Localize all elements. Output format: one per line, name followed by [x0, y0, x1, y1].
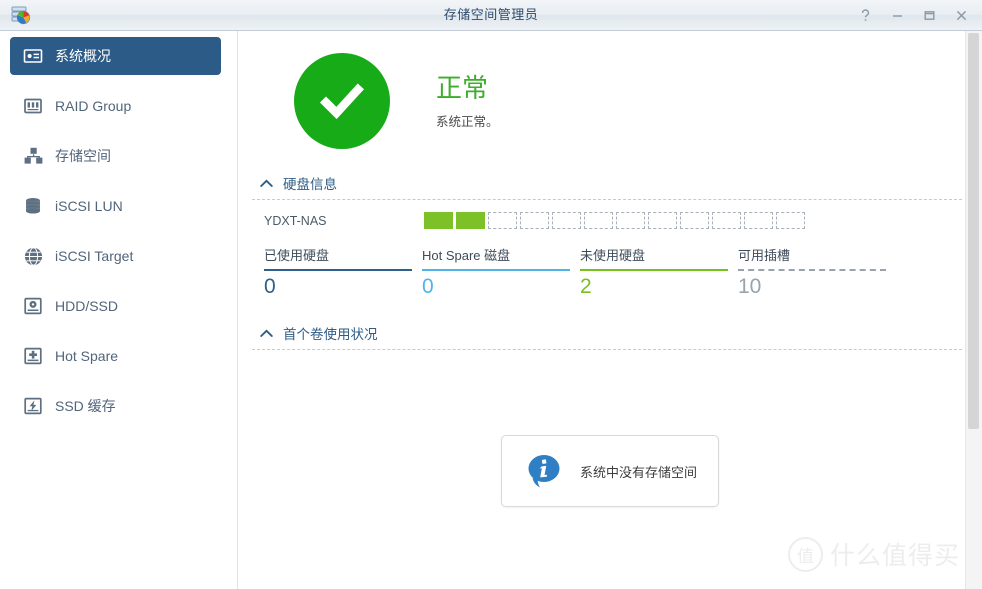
disk-slot-used	[424, 212, 453, 229]
volume-usage-section-header[interactable]: 首个卷使用状况	[252, 321, 962, 349]
stat-available-slots: 可用插槽 10	[738, 245, 896, 299]
sidebar-item-ssd-cache[interactable]: SSD 缓存	[10, 387, 221, 425]
sidebar-item-hot-spare[interactable]: Hot Spare	[10, 337, 221, 375]
status-title: 正常	[436, 72, 499, 105]
window-controls	[850, 0, 976, 30]
watermark-text: 什么值得买	[830, 536, 960, 572]
sidebar-item-label: iSCSI Target	[55, 248, 133, 264]
disk-slot-row: YDXT-NAS	[252, 200, 962, 237]
stat-label: 已使用硬盘	[264, 245, 329, 269]
sidebar-item-label: iSCSI LUN	[55, 198, 123, 214]
device-name-label: YDXT-NAS	[264, 214, 424, 228]
sidebar-item-iscsi-lun[interactable]: iSCSI LUN	[10, 187, 221, 225]
scrollbar-thumb[interactable]	[968, 33, 979, 429]
chevron-up-icon	[260, 179, 273, 188]
disk-info-section-header[interactable]: 硬盘信息	[252, 171, 962, 199]
system-status-panel: 正常 系统正常。	[252, 31, 962, 163]
sidebar-item-iscsi-target[interactable]: iSCSI Target	[10, 237, 221, 275]
sidebar-item-hdd-ssd[interactable]: HDD/SSD	[10, 287, 221, 325]
ssd-cache-bolt-icon	[22, 395, 44, 417]
volume-usage-section: 首个卷使用状况	[252, 321, 962, 350]
disk-info-section: 硬盘信息 YDXT-NAS	[252, 171, 962, 299]
disk-slot-empty	[584, 212, 613, 229]
empty-state-wrapper: 系统中没有存储空间	[238, 435, 982, 507]
disk-slot-empty	[520, 212, 549, 229]
info-speech-bubble-icon	[524, 451, 564, 491]
section-divider	[252, 349, 962, 350]
storage-manager-window: 存储空间管理员	[0, 0, 982, 589]
raid-group-icon	[22, 95, 44, 117]
stat-value: 0	[264, 271, 422, 299]
disk-slot-empty	[616, 212, 645, 229]
stat-label: 可用插槽	[738, 245, 790, 269]
no-storage-info-box: 系统中没有存储空间	[501, 435, 719, 507]
disk-info-section-title: 硬盘信息	[283, 173, 337, 193]
database-stack-icon	[22, 195, 44, 217]
green-checkmark-icon	[294, 53, 390, 149]
sidebar-item-label: 存储空间	[55, 146, 111, 166]
sidebar-item-raid-group[interactable]: RAID Group	[10, 87, 221, 125]
overview-card-icon	[22, 45, 44, 67]
disk-slot-empty	[552, 212, 581, 229]
volume-usage-section-title: 首个卷使用状况	[283, 323, 378, 343]
stat-label: 未使用硬盘	[580, 245, 645, 269]
sidebar-item-label: SSD 缓存	[55, 396, 116, 416]
status-subtitle: 系统正常。	[436, 111, 499, 130]
globe-icon	[22, 245, 44, 267]
stat-hot-spare-disks: Hot Spare 磁盘 0	[422, 245, 580, 299]
stat-label: Hot Spare 磁盘	[422, 245, 510, 269]
close-button[interactable]	[946, 3, 976, 27]
stat-unused-disks: 未使用硬盘 2	[580, 245, 738, 299]
content-area: 正常 系统正常。 硬盘信息	[238, 31, 982, 589]
disk-slot-empty	[488, 212, 517, 229]
sidebar-item-label: HDD/SSD	[55, 298, 118, 314]
watermark: 值 什么值得买	[788, 536, 960, 572]
stat-used-disks: 已使用硬盘 0	[264, 245, 422, 299]
stat-value: 10	[738, 271, 896, 299]
chevron-up-icon	[260, 329, 273, 338]
window-body: 系统概况 RAID Group	[0, 31, 982, 589]
sidebar-item-storage-pool[interactable]: 存储空间	[10, 137, 221, 175]
minimize-button[interactable]	[882, 3, 912, 27]
sidebar-item-system-overview[interactable]: 系统概况	[10, 37, 221, 75]
sidebar-item-label: RAID Group	[55, 98, 131, 114]
hard-disk-icon	[22, 295, 44, 317]
maximize-button[interactable]	[914, 3, 944, 27]
vertical-scrollbar[interactable]	[965, 31, 982, 589]
title-bar: 存储空间管理员	[0, 0, 982, 31]
disk-slot-empty	[680, 212, 709, 229]
sidebar-item-label: Hot Spare	[55, 348, 118, 364]
help-button[interactable]	[850, 3, 880, 27]
disk-slot-used	[456, 212, 485, 229]
info-message: 系统中没有存储空间	[580, 462, 697, 481]
disk-slot-indicator	[424, 212, 805, 229]
stat-value: 2	[580, 271, 738, 299]
sidebar-item-label: 系统概况	[55, 46, 111, 66]
window-title: 存储空间管理员	[0, 0, 982, 30]
watermark-badge: 值	[788, 537, 823, 572]
disk-slot-empty	[648, 212, 677, 229]
storage-pool-icon	[22, 145, 44, 167]
disk-slot-empty	[776, 212, 805, 229]
disk-stats: 已使用硬盘 0 Hot Spare 磁盘 0 未使用硬盘 2	[252, 237, 962, 299]
hot-spare-plus-icon	[22, 345, 44, 367]
stat-value: 0	[422, 271, 580, 299]
disk-slot-empty	[744, 212, 773, 229]
sidebar: 系统概况 RAID Group	[0, 31, 238, 589]
disk-slot-empty	[712, 212, 741, 229]
